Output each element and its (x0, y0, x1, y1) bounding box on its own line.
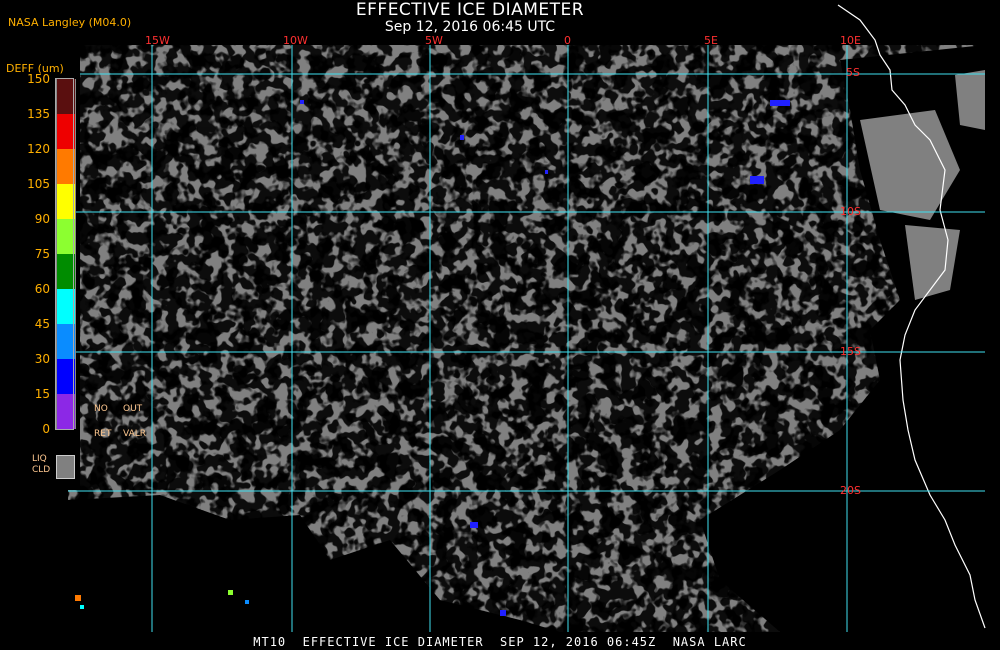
out-valr-label-top: OUT (123, 404, 143, 414)
color-swatch-0 (56, 79, 76, 114)
satellite-map (68, 4, 986, 632)
color-swatch-3 (56, 184, 76, 219)
color-swatch-7 (56, 324, 76, 359)
lat-label-15s: 15S (840, 345, 861, 358)
lon-label-5w: 5W (425, 34, 443, 47)
tick-label-0: 0 (42, 422, 50, 436)
liquid-cloud-swatch (56, 455, 75, 479)
tick-label-15: 15 (34, 387, 50, 401)
footer-caption: MT10 EFFECTIVE ICE DIAMETER SEP 12, 2016… (253, 635, 747, 649)
liq-cld-label-bottom: CLD (32, 465, 51, 475)
map-timestamp: Sep 12, 2016 06:45 UTC (384, 19, 556, 35)
map-title: EFFECTIVE ICE DIAMETER (355, 0, 585, 20)
tick-label-75: 75 (34, 247, 50, 261)
tick-label-150: 150 (27, 72, 50, 86)
lon-label-10w: 10W (283, 34, 308, 47)
color-swatch-6 (56, 289, 76, 324)
tick-label-60: 60 (34, 282, 50, 296)
color-swatch-4 (56, 219, 76, 254)
lat-label-20s: 20S (840, 484, 861, 497)
tick-label-90: 90 (34, 212, 50, 226)
tick-label-120: 120 (27, 142, 50, 156)
liq-cld-label-top: LIQ (32, 454, 47, 464)
no-ret-label-top: NO (94, 404, 108, 414)
out-valr-label-bottom: VALR (123, 429, 147, 439)
tick-label-45: 45 (34, 317, 50, 331)
tick-label-30: 30 (34, 352, 50, 366)
lon-label-15w: 15W (145, 34, 170, 47)
organization-label: NASA Langley (M04.0) (8, 16, 132, 29)
color-swatch-1 (56, 114, 76, 149)
lon-label-5e: 5E (704, 34, 718, 47)
lon-label-0: 0 (564, 34, 571, 47)
color-swatch-9 (56, 394, 76, 429)
tick-label-105: 105 (27, 177, 50, 191)
lat-label-10s: 10S (840, 205, 861, 218)
color-swatch-8 (56, 359, 76, 394)
tick-label-135: 135 (27, 107, 50, 121)
lat-label-5s: 5S (846, 66, 860, 79)
lon-label-10e: 10E (840, 34, 861, 47)
no-ret-label-bottom: RET (94, 429, 112, 439)
color-swatch-5 (56, 254, 76, 289)
color-swatch-2 (56, 149, 76, 184)
